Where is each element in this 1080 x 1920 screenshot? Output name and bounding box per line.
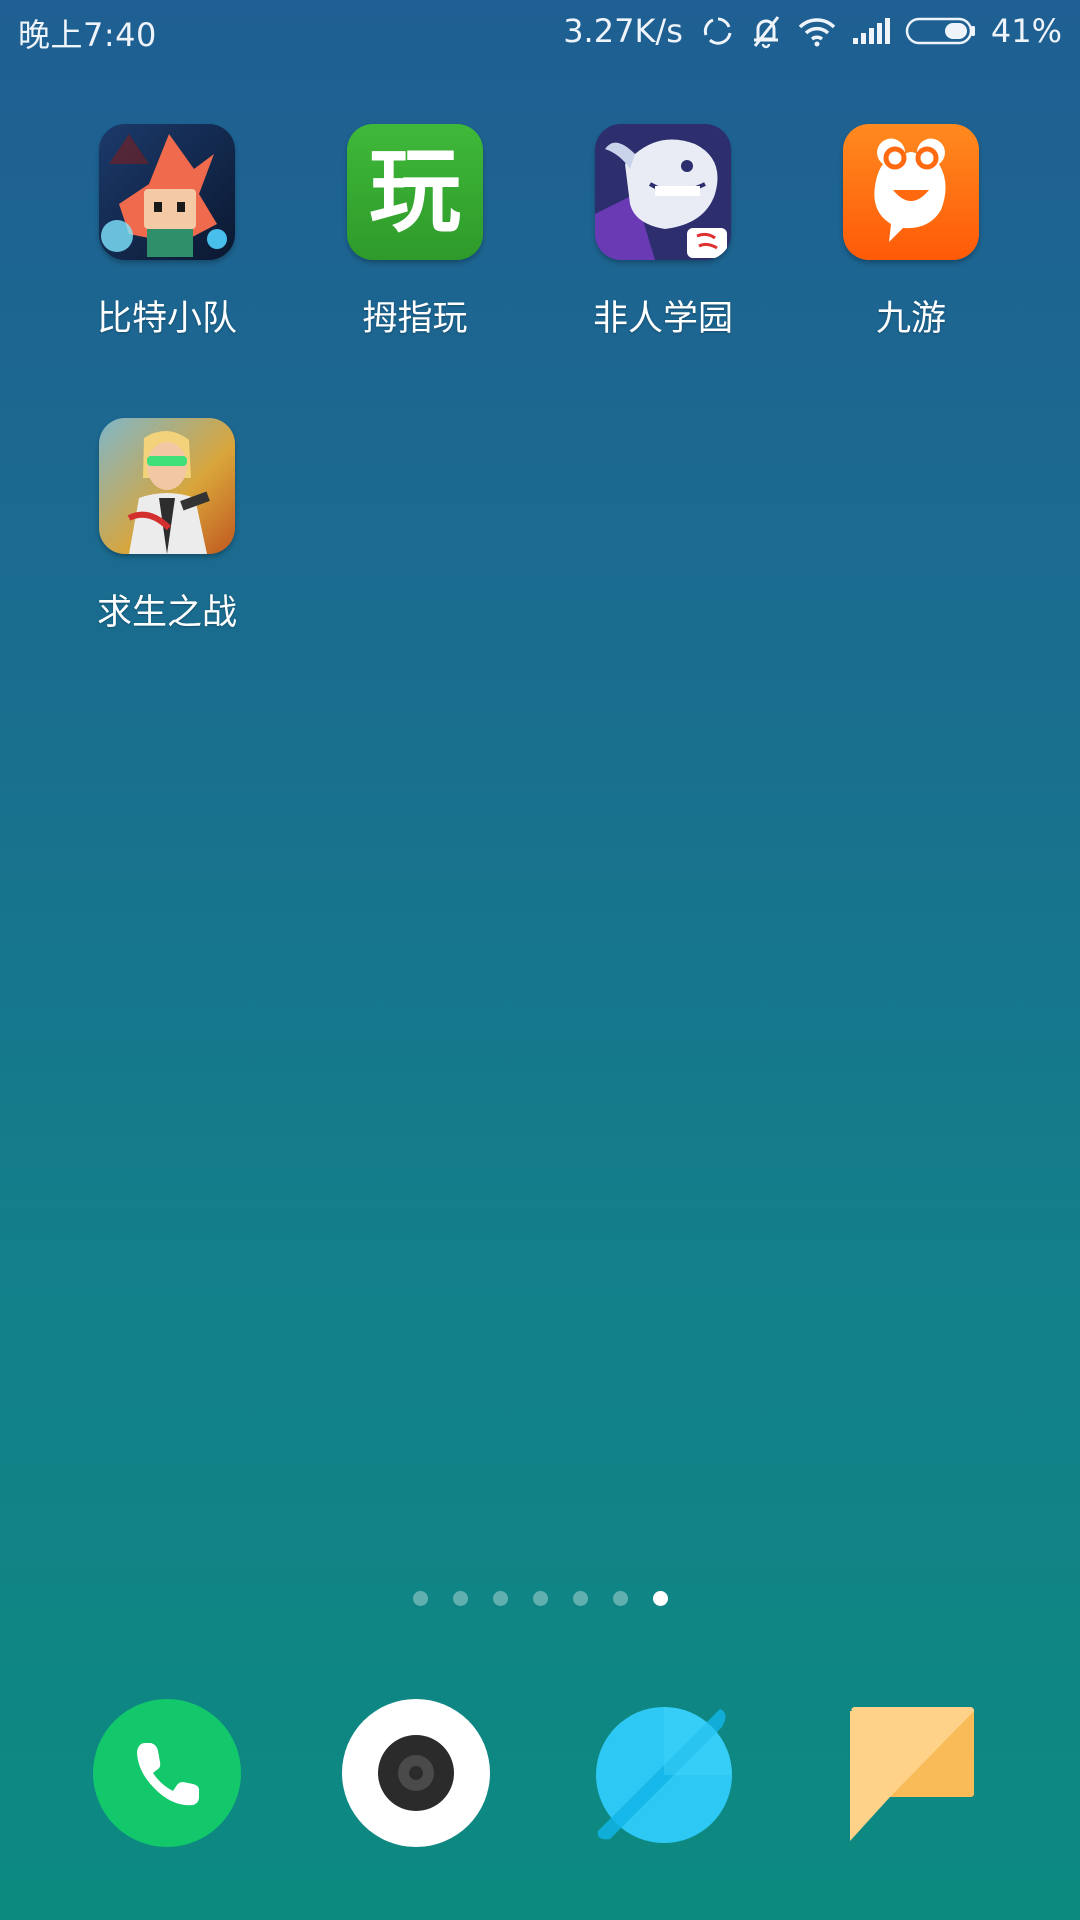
feiren-xueyuan-game-icon xyxy=(595,124,731,260)
camera-icon xyxy=(342,1699,490,1847)
qiusheng-zhizhan-game-icon xyxy=(99,418,235,554)
bit-squad-game-icon xyxy=(99,124,235,260)
app-label: 九游 xyxy=(875,299,946,339)
jiuyou-app-icon xyxy=(843,124,979,260)
page-dot[interactable] xyxy=(572,1591,588,1606)
battery-percent: 41% xyxy=(990,12,1062,50)
message-bubble-icon xyxy=(850,1707,974,1841)
dock-camera[interactable] xyxy=(342,1699,490,1847)
app-label: 拇指玩 xyxy=(362,299,468,339)
app-feiren-xueyuan[interactable]: 非人学园 xyxy=(548,124,778,341)
net-speed: 3.27K/s xyxy=(563,12,683,50)
browser-planet-icon xyxy=(596,1707,732,1843)
status-bar: 晚上7:40 3.27K/s 41% xyxy=(0,0,1080,64)
dock-messages[interactable] xyxy=(838,1699,986,1847)
page-dot[interactable] xyxy=(532,1591,548,1606)
dock-browser[interactable] xyxy=(590,1699,738,1847)
bell-muted-icon xyxy=(749,13,783,49)
battery-icon xyxy=(905,16,977,46)
app-bit-squad[interactable]: 比特小队 xyxy=(52,124,282,341)
page-dot[interactable] xyxy=(492,1591,508,1606)
signal-icon xyxy=(851,16,891,46)
muzhiwan-glyph: 玩 xyxy=(368,138,461,245)
page-dot-active[interactable] xyxy=(652,1591,668,1606)
wifi-icon xyxy=(797,15,837,47)
page-dot[interactable] xyxy=(612,1591,628,1606)
phone-icon xyxy=(93,1699,241,1847)
app-qiusheng-zhizhan[interactable]: 求生之战 xyxy=(52,418,282,635)
page-indicator[interactable] xyxy=(0,1591,1080,1606)
sync-icon xyxy=(701,14,735,48)
dock-phone[interactable] xyxy=(93,1699,241,1847)
page-dot[interactable] xyxy=(452,1591,468,1606)
status-icons: 3.27K/s 41% xyxy=(563,8,1062,54)
app-label: 非人学园 xyxy=(592,299,733,339)
app-jiuyou[interactable]: 九游 xyxy=(796,124,1026,341)
status-time: 晚上7:40 xyxy=(18,16,157,54)
page-dot[interactable] xyxy=(412,1591,428,1606)
app-muzhiwan[interactable]: 玩 拇指玩 xyxy=(300,124,530,341)
muzhiwan-app-icon: 玩 xyxy=(347,124,483,260)
app-label: 求生之战 xyxy=(96,593,237,633)
app-label: 比特小队 xyxy=(96,299,237,339)
